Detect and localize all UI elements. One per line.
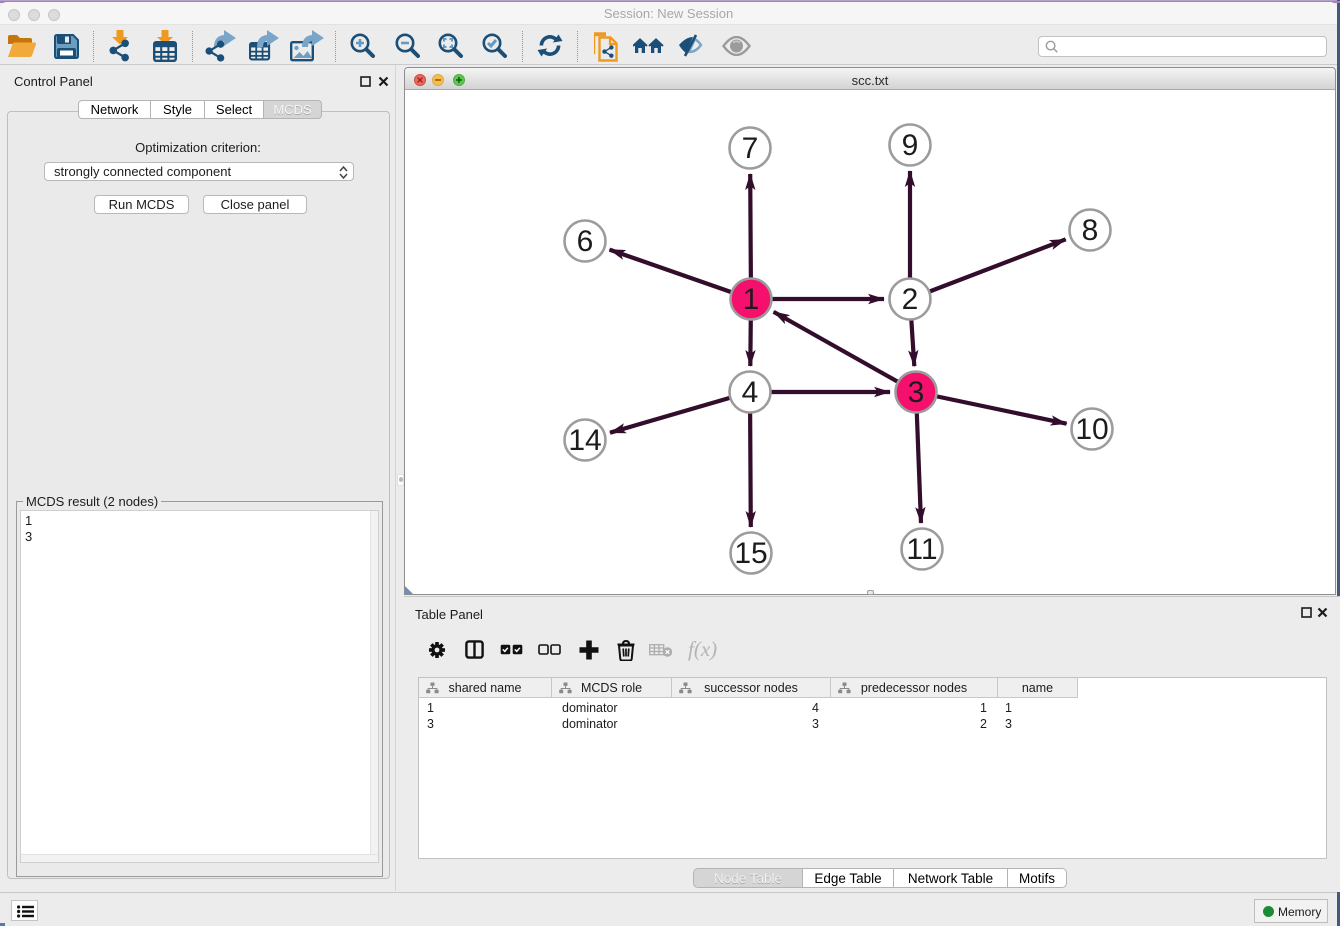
svg-text:9: 9 <box>902 129 919 162</box>
svg-text:15: 15 <box>734 537 767 570</box>
svg-text:11: 11 <box>906 533 937 566</box>
svg-text:8: 8 <box>1082 214 1099 247</box>
svg-text:6: 6 <box>577 225 594 258</box>
svg-text:7: 7 <box>742 132 759 165</box>
svg-text:4: 4 <box>742 376 759 409</box>
svg-text:14: 14 <box>568 424 601 457</box>
svg-text:2: 2 <box>902 283 919 316</box>
svg-text:10: 10 <box>1075 413 1108 446</box>
svg-text:1: 1 <box>743 283 760 316</box>
svg-text:3: 3 <box>908 376 925 409</box>
